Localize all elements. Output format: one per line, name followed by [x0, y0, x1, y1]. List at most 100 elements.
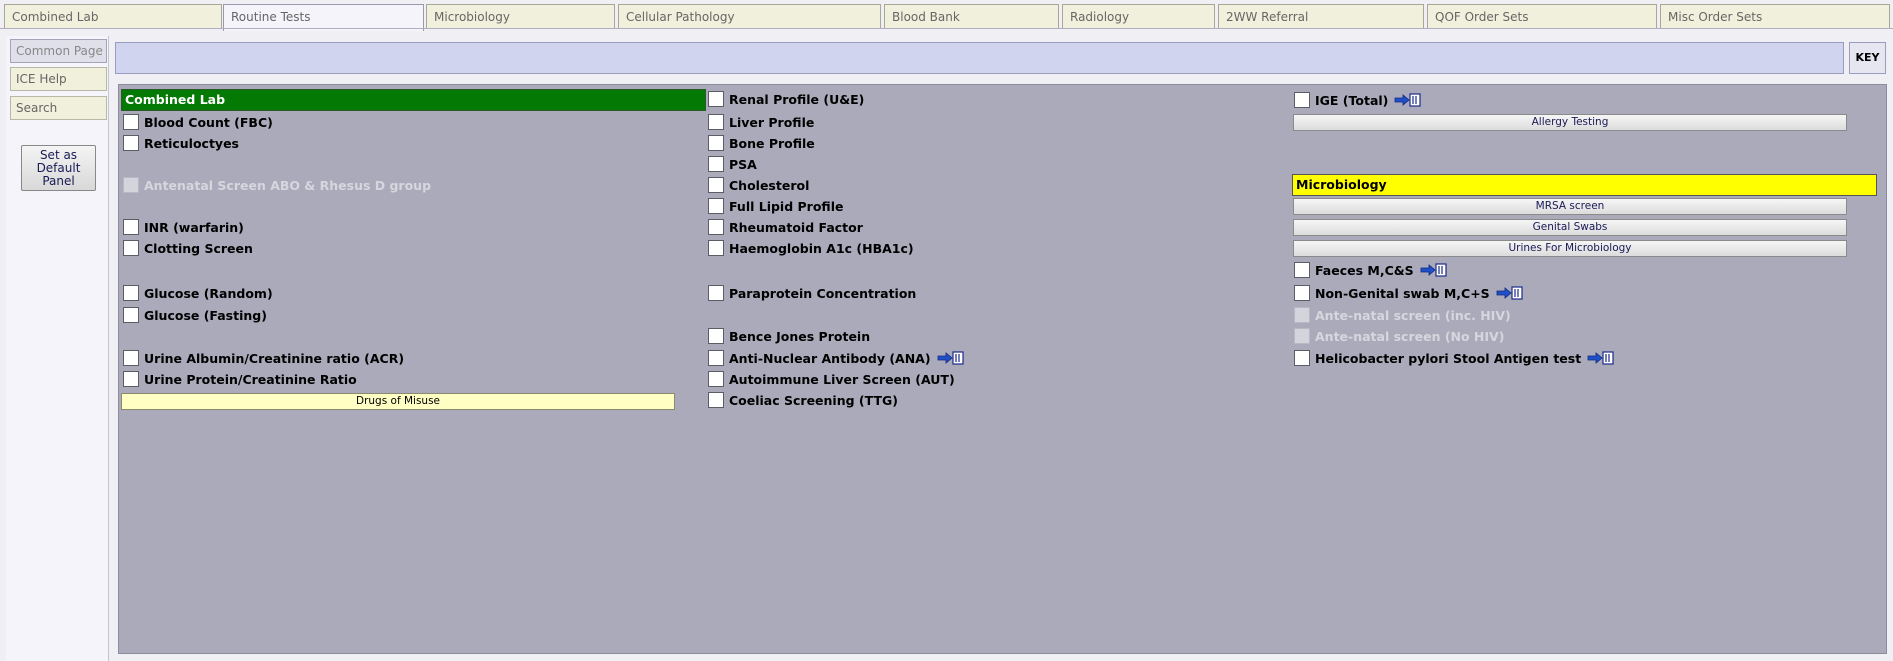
test-paraprotein[interactable]: Paraprotein Concentration [708, 283, 916, 303]
test-faeces-mcs[interactable]: Faeces M,C&S [1294, 260, 1448, 280]
checkbox[interactable] [123, 307, 139, 323]
sidebar-item-ice-help[interactable]: ICE Help [10, 67, 107, 91]
checkbox[interactable] [123, 371, 139, 387]
test-autoimmune-liver[interactable]: Autoimmune Liver Screen (AUT) [708, 369, 955, 389]
test-ige-total[interactable]: IGE (Total) [1294, 90, 1422, 110]
key-button[interactable]: KEY [1849, 42, 1886, 74]
checkbox[interactable] [708, 350, 724, 366]
test-label: Glucose (Fasting) [144, 307, 267, 323]
checkbox[interactable] [123, 240, 139, 256]
test-cholesterol[interactable]: Cholesterol [708, 175, 809, 195]
tab-radiology[interactable]: Radiology [1062, 4, 1215, 29]
checkbox[interactable] [708, 371, 724, 387]
checkbox[interactable] [708, 285, 724, 301]
test-liver-profile[interactable]: Liver Profile [708, 112, 814, 132]
checkbox[interactable] [123, 285, 139, 301]
checkbox-disabled [123, 177, 139, 193]
set-default-panel-button[interactable]: Set as Default Panel [21, 145, 96, 191]
test-fbc[interactable]: Blood Count (FBC) [123, 112, 273, 132]
microbiology-header: Microbiology [1292, 174, 1877, 196]
mrsa-screen-button[interactable]: MRSA screen [1293, 198, 1847, 215]
tab-qof-order-sets[interactable]: QOF Order Sets [1427, 4, 1657, 29]
test-full-lipid[interactable]: Full Lipid Profile [708, 196, 843, 216]
test-antenatal-abo: Antenatal Screen ABO & Rhesus D group [123, 175, 431, 195]
test-antenatal-no-hiv: Ante-natal screen (No HIV) [1294, 326, 1504, 346]
test-label: Bence Jones Protein [729, 328, 871, 344]
test-label: Full Lipid Profile [729, 198, 844, 214]
tab-misc-order-sets[interactable]: Misc Order Sets [1660, 4, 1890, 29]
test-hba1c[interactable]: Haemoglobin A1c (HBA1c) [708, 238, 914, 258]
test-inr[interactable]: INR (warfarin) [123, 217, 244, 237]
arrow-book-icon[interactable] [1587, 350, 1615, 366]
test-glucose-random[interactable]: Glucose (Random) [123, 283, 273, 303]
combined-lab-header: Combined Lab [121, 89, 706, 111]
test-reticulocytes[interactable]: Reticuloctyes [123, 133, 239, 153]
test-non-genital-swab[interactable]: Non-Genital swab M,C+S [1294, 283, 1524, 303]
test-label: Liver Profile [729, 114, 815, 130]
checkbox[interactable] [708, 135, 724, 151]
test-label: IGE (Total) [1315, 92, 1389, 108]
test-ana[interactable]: Anti-Nuclear Antibody (ANA) [708, 348, 965, 368]
test-bone-profile[interactable]: Bone Profile [708, 133, 815, 153]
test-rheumatoid-factor[interactable]: Rheumatoid Factor [708, 217, 863, 237]
test-label: PSA [729, 156, 757, 172]
arrow-book-icon[interactable] [937, 350, 965, 366]
tab-microbiology[interactable]: Microbiology [426, 4, 615, 29]
test-urine-acr[interactable]: Urine Albumin/Creatinine ratio (ACR) [123, 348, 404, 368]
checkbox[interactable] [708, 328, 724, 344]
checkbox[interactable] [123, 219, 139, 235]
test-urine-pcr[interactable]: Urine Protein/Creatinine Ratio [123, 369, 357, 389]
tab-divider [0, 28, 1893, 29]
genital-swabs-button[interactable]: Genital Swabs [1293, 219, 1847, 236]
test-label: Bone Profile [729, 135, 815, 151]
test-label: Blood Count (FBC) [144, 114, 273, 130]
test-label: Cholesterol [729, 177, 810, 193]
checkbox[interactable] [708, 219, 724, 235]
test-label: Urine Protein/Creatinine Ratio [144, 371, 357, 387]
test-label: Renal Profile (U&E) [729, 91, 865, 107]
arrow-book-icon[interactable] [1394, 92, 1422, 108]
checkbox[interactable] [1294, 350, 1310, 366]
checkbox[interactable] [1294, 262, 1310, 278]
arrow-book-icon[interactable] [1496, 285, 1524, 301]
test-label: Autoimmune Liver Screen (AUT) [729, 371, 955, 387]
checkbox[interactable] [123, 135, 139, 151]
test-label: Glucose (Random) [144, 285, 273, 301]
checkbox[interactable] [1294, 92, 1310, 108]
checkbox[interactable] [708, 156, 724, 172]
tab-blood-bank[interactable]: Blood Bank [884, 4, 1059, 29]
sidebar-item-common-page[interactable]: Common Page [10, 39, 107, 63]
test-h-pylori[interactable]: Helicobacter pylori Stool Antigen test [1294, 348, 1615, 368]
tab-cellular-pathology[interactable]: Cellular Pathology [618, 4, 881, 29]
test-label: Reticuloctyes [144, 135, 239, 151]
test-bence-jones[interactable]: Bence Jones Protein [708, 326, 870, 346]
tab-combined-lab[interactable]: Combined Lab [4, 4, 222, 29]
allergy-testing-button[interactable]: Allergy Testing [1293, 114, 1847, 131]
checkbox[interactable] [708, 114, 724, 130]
tab-2ww-referral[interactable]: 2WW Referral [1218, 4, 1424, 29]
urines-for-microbiology-button[interactable]: Urines For Microbiology [1293, 240, 1847, 257]
test-clotting-screen[interactable]: Clotting Screen [123, 238, 253, 258]
checkbox[interactable] [708, 392, 724, 408]
test-coeliac[interactable]: Coeliac Screening (TTG) [708, 390, 898, 410]
test-renal-profile[interactable]: Renal Profile (U&E) [708, 89, 864, 109]
test-label: Anti-Nuclear Antibody (ANA) [729, 350, 931, 366]
test-glucose-fasting[interactable]: Glucose (Fasting) [123, 305, 267, 325]
checkbox[interactable] [123, 114, 139, 130]
test-label: Antenatal Screen ABO & Rhesus D group [144, 177, 432, 193]
drugs-of-misuse-button[interactable]: Drugs of Misuse [121, 393, 675, 410]
test-label: Non-Genital swab M,C+S [1315, 285, 1490, 301]
checkbox[interactable] [708, 177, 724, 193]
checkbox[interactable] [708, 240, 724, 256]
selection-bar [115, 42, 1844, 74]
checkbox[interactable] [708, 198, 724, 214]
test-psa[interactable]: PSA [708, 154, 757, 174]
test-panel [118, 84, 1887, 654]
test-label: Paraprotein Concentration [729, 285, 917, 301]
tab-routine-tests[interactable]: Routine Tests [223, 4, 424, 31]
arrow-book-icon[interactable] [1420, 262, 1448, 278]
checkbox[interactable] [708, 91, 724, 107]
checkbox[interactable] [1294, 285, 1310, 301]
checkbox[interactable] [123, 350, 139, 366]
sidebar-item-search[interactable]: Search [10, 96, 107, 120]
